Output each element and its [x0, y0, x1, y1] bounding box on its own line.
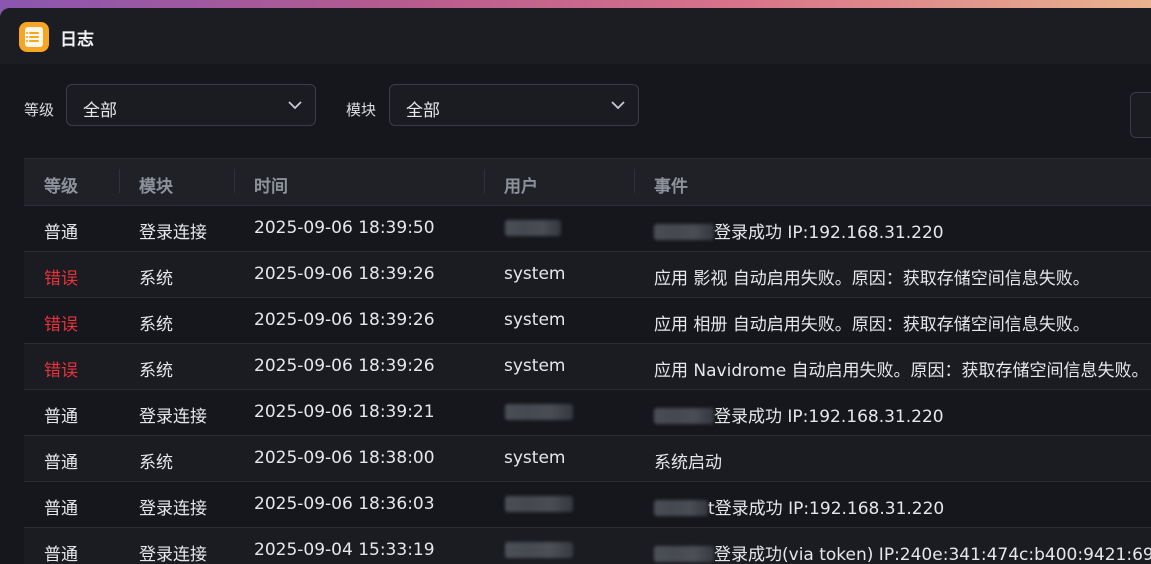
cell-event: 系统启动	[654, 448, 722, 473]
cell-user-redacted	[505, 220, 561, 236]
cell-user: system	[504, 448, 566, 468]
title-bar: 日志	[0, 8, 1151, 64]
cell-time: 2025-09-06 18:39:26	[254, 264, 435, 284]
event-text: 系统启动	[654, 453, 722, 473]
level-filter-value: 全部	[83, 101, 117, 121]
cell-event: 应用 Navidrome 自动启用失败。原因：获取存储空间信息失败。	[654, 356, 1149, 381]
cell-level: 错误	[44, 315, 78, 335]
event-redacted-prefix	[654, 499, 708, 516]
cell-module: 登录连接	[139, 407, 207, 427]
event-text: 应用 影视 自动启用失败。原因：获取存储空间信息失败。	[654, 269, 1090, 289]
event-text: 应用 Navidrome 自动启用失败。原因：获取存储空间信息失败。	[654, 361, 1149, 381]
module-filter-label: 模块	[346, 101, 377, 119]
table-row[interactable]: 错误 系统 2025-09-06 18:39:26 system 应用 Navidrom…	[24, 344, 1151, 390]
cell-user-redacted	[505, 404, 573, 420]
cell-time: 2025-09-04 15:33:19	[254, 540, 435, 560]
header-level[interactable]: 等级	[44, 172, 78, 197]
module-filter-select[interactable]: 全部	[389, 84, 639, 126]
event-redacted-prefix	[654, 545, 714, 562]
event-text: 应用 相册 自动启用失败。原因：获取存储空间信息失败。	[654, 315, 1090, 335]
cell-time: 2025-09-06 18:39:50	[254, 218, 435, 238]
window-title: 日志	[60, 30, 94, 50]
header-module[interactable]: 模块	[139, 172, 173, 197]
table-body: 普通 登录连接 2025-09-06 18:39:50 登录成功 IP:192.168…	[24, 206, 1151, 564]
table-row[interactable]: 普通 登录连接 2025-09-06 18:39:21 登录成功 IP:192.168…	[24, 390, 1151, 436]
cell-time: 2025-09-06 18:38:00	[254, 448, 435, 468]
cell-module: 系统	[139, 269, 173, 289]
log-table: 等级 模块 时间 用户 事件 普通 登录连接 2025-09-06 18:39:50…	[24, 158, 1151, 564]
cell-time: 2025-09-06 18:36:03	[254, 494, 435, 514]
cell-user-redacted	[505, 496, 573, 512]
table-row[interactable]: 普通 登录连接 2025-09-04 15:33:19 登录成功(via token)…	[24, 528, 1151, 564]
cell-time: 2025-09-06 18:39:21	[254, 402, 435, 422]
cell-module: 系统	[139, 361, 173, 381]
event-text: 登录成功 IP:192.168.31.220	[714, 223, 944, 243]
cell-event: t登录成功 IP:192.168.31.220	[654, 494, 944, 519]
cell-user: system	[504, 264, 566, 284]
cell-level: 普通	[44, 499, 78, 519]
log-window: 日志 等级 全部 模块 全部 等级 模块 时间 用户 事件 普通 登录连接 2025…	[0, 8, 1151, 564]
table-row[interactable]: 普通 登录连接 2025-09-06 18:36:03 t登录成功 IP:192.16…	[24, 482, 1151, 528]
table-row[interactable]: 普通 系统 2025-09-06 18:38:00 system 系统启动	[24, 436, 1151, 482]
cell-level: 普通	[44, 223, 78, 243]
cell-event: 登录成功 IP:192.168.31.220	[654, 402, 944, 427]
table-header: 等级 模块 时间 用户 事件	[24, 158, 1151, 206]
header-event[interactable]: 事件	[654, 172, 688, 197]
cell-event: 登录成功 IP:192.168.31.220	[654, 218, 944, 243]
cell-module: 登录连接	[139, 499, 207, 519]
cell-user: system	[504, 310, 566, 330]
table-row[interactable]: 普通 登录连接 2025-09-06 18:39:50 登录成功 IP:192.168…	[24, 206, 1151, 252]
event-redacted-prefix	[654, 223, 714, 240]
cell-module: 登录连接	[139, 545, 207, 564]
cell-time: 2025-09-06 18:39:26	[254, 310, 435, 330]
cell-level: 错误	[44, 269, 78, 289]
level-filter-select[interactable]: 全部	[66, 84, 316, 126]
cell-level: 普通	[44, 407, 78, 427]
cell-level: 普通	[44, 453, 78, 473]
cell-event: 应用 影视 自动启用失败。原因：获取存储空间信息失败。	[654, 264, 1090, 289]
cell-module: 系统	[139, 453, 173, 473]
cell-user-redacted	[505, 542, 573, 558]
event-text: 登录成功(via token) IP:240e:341:474c:b400:94…	[714, 545, 1151, 564]
table-row[interactable]: 错误 系统 2025-09-06 18:39:26 system 应用 影视 自动启用失…	[24, 252, 1151, 298]
event-text: t登录成功 IP:192.168.31.220	[708, 499, 945, 519]
log-app-icon	[19, 22, 49, 52]
chevron-down-icon	[611, 101, 625, 110]
event-text: 登录成功 IP:192.168.31.220	[714, 407, 944, 427]
chevron-down-icon	[288, 101, 302, 110]
cell-level: 普通	[44, 545, 78, 564]
cell-event: 登录成功(via token) IP:240e:341:474c:b400:94…	[654, 540, 1151, 564]
event-redacted-prefix	[654, 407, 714, 424]
module-filter-value: 全部	[406, 101, 440, 121]
cell-user: system	[504, 356, 566, 376]
header-time[interactable]: 时间	[254, 172, 288, 197]
search-input[interactable]	[1130, 92, 1151, 138]
cell-level: 错误	[44, 361, 78, 381]
table-row[interactable]: 错误 系统 2025-09-06 18:39:26 system 应用 相册 自动启用失…	[24, 298, 1151, 344]
cell-module: 系统	[139, 315, 173, 335]
header-user[interactable]: 用户	[504, 172, 538, 197]
cell-module: 登录连接	[139, 223, 207, 243]
cell-time: 2025-09-06 18:39:26	[254, 356, 435, 376]
level-filter-label: 等级	[24, 101, 55, 119]
cell-event: 应用 相册 自动启用失败。原因：获取存储空间信息失败。	[654, 310, 1090, 335]
